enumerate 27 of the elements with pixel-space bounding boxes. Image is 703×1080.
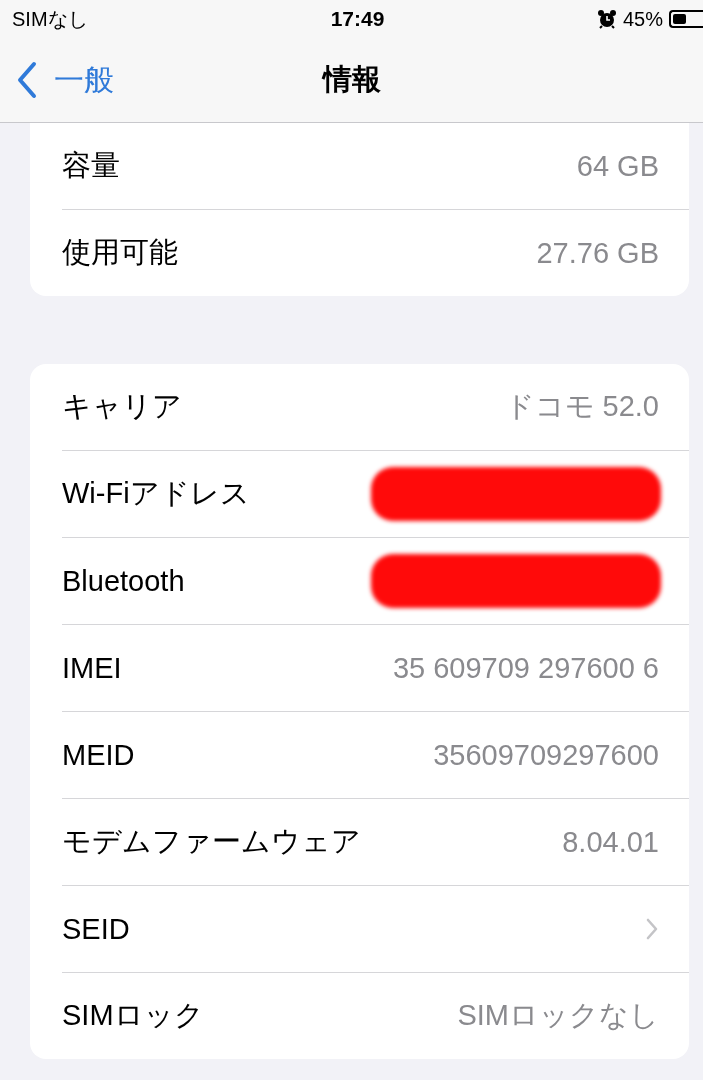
chevron-right-icon: [645, 917, 659, 941]
row-label: SEID: [62, 912, 130, 946]
row-label: IMEI: [62, 651, 122, 685]
carrier-label: SIMなし: [12, 7, 88, 30]
row-value: 35609709297600: [433, 738, 659, 772]
row-label: Bluetooth: [62, 564, 185, 598]
row-label: キャリア: [62, 389, 182, 424]
row-label: SIMロック: [62, 998, 204, 1033]
back-button[interactable]: 一般: [8, 59, 122, 101]
battery-percent: 45%: [622, 7, 663, 31]
row-value: 27.76 GB: [536, 236, 659, 270]
row-value: 8.04.01: [562, 825, 659, 859]
row-value: SIMロックなし: [457, 998, 659, 1033]
battery-icon: [669, 10, 703, 28]
alarm-icon: [596, 9, 617, 29]
row-value: 64 GB: [576, 149, 659, 183]
row-label: MEID: [62, 738, 135, 772]
row-value: 35 609709 297600 6: [392, 651, 659, 685]
row-label: 使用可能: [62, 235, 178, 270]
row-value: ドコモ 52.0: [504, 389, 659, 424]
row-label: Wi-Fiアドレス: [62, 476, 250, 511]
row-label: 容量: [62, 148, 120, 183]
chevron-left-icon: [16, 61, 38, 99]
status-time: 17:49: [330, 7, 385, 30]
page-title: 情報: [322, 62, 381, 97]
settings-row[interactable]: SEID: [62, 886, 689, 973]
row-label: モデムファームウェア: [62, 824, 361, 859]
